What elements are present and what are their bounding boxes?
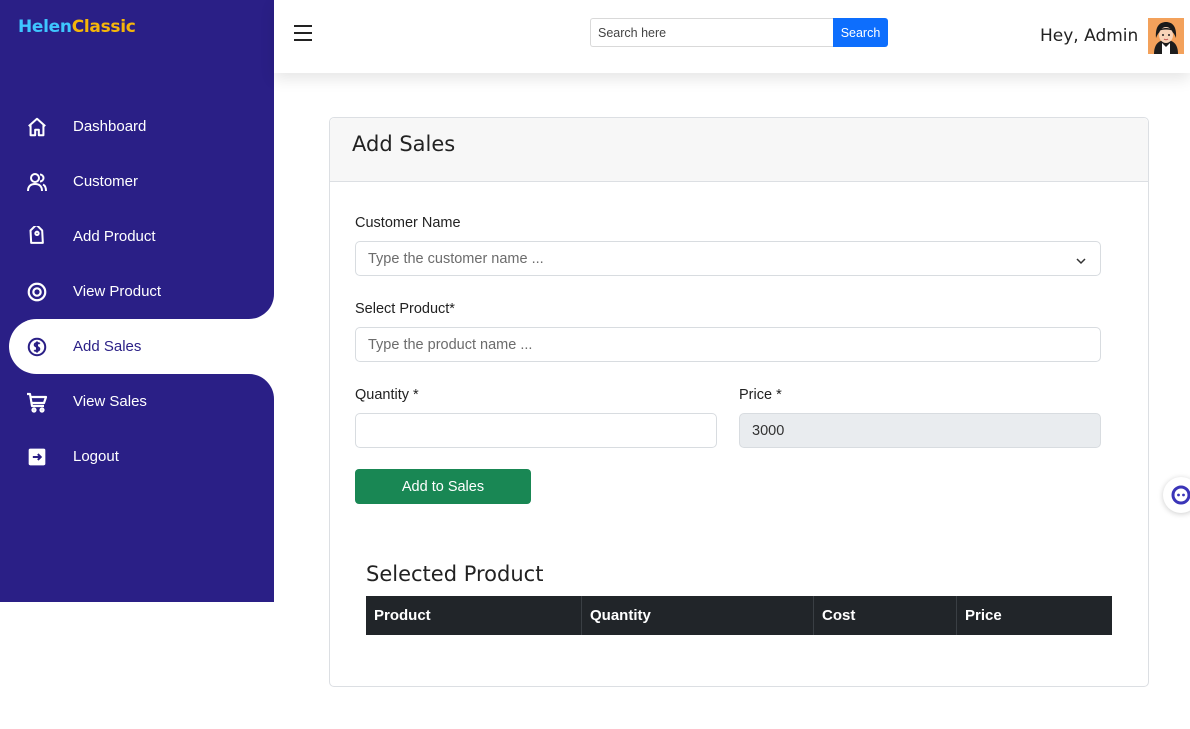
column-header-quantity: Quantity <box>582 596 814 635</box>
sidebar-item-view-sales[interactable]: View Sales <box>0 374 274 429</box>
logout-icon <box>24 444 50 470</box>
home-icon <box>24 114 50 140</box>
sidebar-item-label: Customer <box>73 173 139 190</box>
selected-product-table-header: Product Quantity Cost Price <box>366 596 1112 635</box>
sidebar-item-label: Add Sales <box>73 338 142 355</box>
search-bar: Search <box>590 18 888 47</box>
brand-part-1: Helen <box>18 17 72 37</box>
chat-icon <box>1171 485 1190 505</box>
menu-toggle-icon[interactable] <box>294 25 312 43</box>
eye-icon <box>24 279 50 305</box>
add-to-sales-button[interactable]: Add to Sales <box>355 469 531 504</box>
sidebar-item-label: Logout <box>73 448 119 465</box>
users-icon <box>24 169 50 195</box>
sidebar-item-label: Add Product <box>73 228 156 245</box>
avatar[interactable] <box>1148 18 1184 54</box>
active-curve-top <box>249 294 274 319</box>
quantity-label: Quantity * <box>355 387 419 403</box>
sidebar-item-add-sales[interactable]: Add Sales <box>9 294 274 399</box>
dollar-coin-icon <box>24 334 50 360</box>
sidebar: HelenClassic Dashboard Customer Add Prod… <box>0 0 274 602</box>
add-sales-card: Add Sales Customer Name Type the custome… <box>329 117 1149 687</box>
customer-select-placeholder: Type the customer name ... <box>368 250 544 267</box>
search-input[interactable] <box>590 18 833 47</box>
price-field: 3000 <box>739 413 1101 448</box>
sidebar-item-dashboard[interactable]: Dashboard <box>0 99 274 154</box>
customer-name-label: Customer Name <box>355 215 461 231</box>
sidebar-item-add-product[interactable]: Add Product <box>0 209 274 264</box>
price-value: 3000 <box>752 422 785 439</box>
sidebar-item-view-product[interactable]: View Product <box>0 264 274 319</box>
customer-select[interactable]: Type the customer name ... <box>355 241 1101 276</box>
quantity-input[interactable] <box>355 413 717 448</box>
sidebar-item-label: View Sales <box>73 393 147 410</box>
column-header-cost: Cost <box>814 596 957 635</box>
brand-part-2: Classic <box>71 17 136 37</box>
column-header-product: Product <box>366 596 582 635</box>
sidebar-item-label: Dashboard <box>73 118 147 135</box>
sidebar-item-logout[interactable]: Logout <box>0 429 274 484</box>
selected-product-title: Selected Product <box>366 562 544 586</box>
column-header-price: Price <box>965 607 1002 624</box>
top-header: Search Hey, Admin <box>274 0 1190 73</box>
sidebar-nav: Dashboard Customer Add Product View Prod… <box>0 99 274 484</box>
product-label: Select Product* <box>355 301 455 317</box>
chat-widget-button[interactable] <box>1163 477 1190 513</box>
brand-logo[interactable]: HelenClassic <box>18 17 136 37</box>
tag-icon <box>24 224 50 250</box>
price-label: Price * <box>739 387 782 403</box>
user-greeting: Hey, Admin <box>1040 26 1139 46</box>
product-input[interactable]: Type the product name ... <box>355 327 1101 362</box>
search-button[interactable]: Search <box>833 18 888 47</box>
cart-icon <box>24 389 50 415</box>
card-title: Add Sales <box>330 118 1148 182</box>
sidebar-item-label: View Product <box>73 283 162 300</box>
sidebar-item-customer[interactable]: Customer <box>0 154 274 209</box>
product-input-placeholder: Type the product name ... <box>368 336 533 353</box>
chevron-down-icon <box>1076 254 1086 265</box>
